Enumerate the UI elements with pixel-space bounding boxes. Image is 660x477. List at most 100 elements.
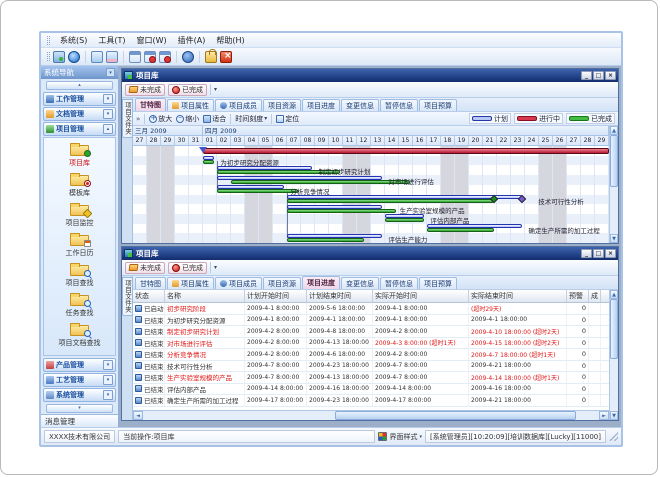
toolbar-grip[interactable] xyxy=(47,52,50,61)
table-row[interactable]: 已启动初步研究阶段2009-4-1 8:00:002009-5-6 18:00:… xyxy=(133,303,609,315)
chevron-down-icon[interactable]: ▾ xyxy=(214,264,217,271)
sidebar-item-项目监控[interactable]: 项目监控 xyxy=(44,200,115,230)
minimize-button[interactable]: _ xyxy=(581,71,592,80)
sidebar-group-工作管理[interactable]: 工作管理▾ xyxy=(43,92,116,106)
sidebar-group-工艺管理[interactable]: 工艺管理▾ xyxy=(43,373,116,387)
tab-项目资源[interactable]: 项目资源 xyxy=(263,99,301,111)
sidebar-group-系统管理[interactable]: 系统管理▾ xyxy=(43,388,116,402)
window-badge-icon[interactable] xyxy=(144,51,156,63)
tab-项目资源[interactable]: 项目资源 xyxy=(263,277,301,289)
gantt-bar-plan[interactable] xyxy=(217,176,382,180)
tab-项目成员[interactable]: 项目成员 xyxy=(215,99,262,111)
sidebar-item-项目查找[interactable]: 项目查找 xyxy=(44,260,115,290)
sidebar-item-模板库[interactable]: 模板库 xyxy=(44,170,115,200)
column-header-实际结束时间[interactable]: 实际结束时间 xyxy=(469,290,567,302)
tab-项目预算[interactable]: 项目预算 xyxy=(419,277,457,289)
filter-button-未完成[interactable]: 未完成 xyxy=(125,84,165,96)
gantt-bar-summary[interactable] xyxy=(203,148,609,154)
tab-暂停信息[interactable]: 暂停信息 xyxy=(380,99,418,111)
table-project-folder-tab[interactable]: 项目文件夹 xyxy=(122,277,133,316)
sidebar-group-产品管理[interactable]: 产品管理▾ xyxy=(43,358,116,372)
gantt-button-定位[interactable]: 定位 xyxy=(276,114,299,124)
table-horizontal-scrollbar[interactable]: ◄ ► xyxy=(133,410,609,420)
internet-icon[interactable] xyxy=(68,51,80,63)
menu-item[interactable]: 插件(A) xyxy=(177,35,207,46)
scroll-thumb[interactable] xyxy=(610,299,618,359)
tab-变更信息[interactable]: 变更信息 xyxy=(341,277,379,289)
column-header-成[interactable]: 成 xyxy=(589,290,601,302)
gantt-bar-actual[interactable] xyxy=(427,228,494,232)
gantt-bar-actual[interactable] xyxy=(217,189,298,193)
table-row[interactable]: 已结束确定生产所需的加工过程2009-4-17 8:00:002009-4-23… xyxy=(133,395,609,407)
sidebar-item-项目文档查找[interactable]: 项目文档查找 xyxy=(44,320,115,350)
column-header-状态[interactable]: 状态 xyxy=(133,290,165,302)
chevron-toggle-icon[interactable]: ▴ xyxy=(103,124,113,134)
gantt-bar-actual[interactable] xyxy=(287,199,494,203)
table-vertical-scrollbar[interactable]: ▲ ▼ xyxy=(609,290,618,420)
client-icon[interactable] xyxy=(53,51,65,63)
table-row[interactable]: 已结束生产实验室规模的产品2009-4-7 8:00:002009-4-13 1… xyxy=(133,372,609,384)
folder-save-icon[interactable] xyxy=(106,51,118,63)
maximize-button[interactable]: □ xyxy=(593,249,604,258)
table-window-titlebar[interactable]: 项目库 _□× xyxy=(122,247,618,260)
folder-icon[interactable] xyxy=(91,51,103,63)
column-header-名称[interactable]: 名称 xyxy=(165,290,245,302)
chevron-toggle-icon[interactable]: ▾ xyxy=(103,109,113,119)
table-row[interactable]: 已结束分析竞争情况2009-4-2 8:00:002009-4-6 18:00:… xyxy=(133,349,609,361)
table-row[interactable]: 已结束评估内部产品2009-4-14 8:00:002009-4-16 18:0… xyxy=(133,384,609,396)
scroll-thumb[interactable] xyxy=(335,411,577,420)
menu-grip[interactable] xyxy=(47,36,50,45)
minimize-button[interactable]: _ xyxy=(581,249,592,258)
chevron-toggle-icon[interactable]: ▾ xyxy=(103,360,113,370)
table-row[interactable]: 已结束技术可行性分析2009-4-7 8:00:002009-4-23 18:0… xyxy=(133,361,609,373)
menu-item[interactable]: 系统(S) xyxy=(59,35,88,46)
gantt-vertical-scrollbar[interactable]: ▲ ▼ xyxy=(609,126,618,243)
chevron-toggle-icon[interactable]: ▾ xyxy=(103,390,113,400)
gantt-bar-actual[interactable] xyxy=(385,218,424,222)
tab-项目预算[interactable]: 项目预算 xyxy=(419,99,457,111)
maximize-button[interactable]: □ xyxy=(593,71,604,80)
table-row[interactable]: 已结束为初步研究分配资源2009-4-1 8:00:002009-4-1 18:… xyxy=(133,315,609,327)
filter-button-未完成[interactable]: 未完成 xyxy=(125,262,165,274)
gantt-button-适合[interactable]: 适合 xyxy=(203,114,226,124)
filter-button-已完成[interactable]: 已完成 xyxy=(168,262,207,274)
sidebar-group-文档管理[interactable]: 文档管理▾ xyxy=(43,107,116,121)
scroll-up-icon[interactable]: ▲ xyxy=(610,290,618,299)
tab-项目成员[interactable]: 项目成员 xyxy=(215,277,262,289)
resize-grip[interactable] xyxy=(609,432,618,441)
column-header-实际开始时间[interactable]: 实际开始时间 xyxy=(373,290,469,302)
sidebar-scroll-up-chip[interactable]: ▴ xyxy=(46,81,113,90)
gantt-bar-actual[interactable] xyxy=(231,180,410,184)
sidebar-item-工作日历[interactable]: 工作日历 xyxy=(44,230,115,260)
chevron-toggle-icon[interactable]: ▾ xyxy=(103,94,113,104)
scroll-right-icon[interactable]: ► xyxy=(599,411,609,420)
scroll-up-icon[interactable]: ▲ xyxy=(610,126,618,135)
menu-item[interactable]: 帮助(H) xyxy=(215,35,245,46)
gantt-button-缩小[interactable]: 缩小 xyxy=(176,114,199,124)
table-row[interactable]: 已结束对市场进行评估2009-4-2 8:00:002009-4-13 18:0… xyxy=(133,338,609,350)
scroll-left-icon[interactable]: ◄ xyxy=(133,411,143,420)
help-icon[interactable] xyxy=(182,51,194,63)
sidebar-item-项目库[interactable]: 项目库 xyxy=(44,140,115,170)
lock-icon[interactable] xyxy=(205,51,217,63)
column-header-预警[interactable]: 预警 xyxy=(567,290,589,302)
tab-项目进度[interactable]: 项目进度 xyxy=(302,276,340,289)
sidebar-group-项目管理[interactable]: 项目管理▴ xyxy=(43,122,116,136)
menu-item[interactable]: 工具(T) xyxy=(97,35,126,46)
exit-icon[interactable] xyxy=(220,51,232,63)
chevron-down-icon[interactable]: ▾ xyxy=(214,86,217,93)
gantt-bar-actual[interactable] xyxy=(203,160,214,164)
column-header-计划开始时间[interactable]: 计划开始时间 xyxy=(245,290,307,302)
scroll-thumb[interactable] xyxy=(610,135,618,187)
tab-项目进度[interactable]: 项目进度 xyxy=(302,99,340,111)
gantt-chart[interactable]: 三月 2009四月 200927282930310102030405060708… xyxy=(133,126,609,243)
window-icon[interactable] xyxy=(129,51,141,63)
menu-item[interactable]: 窗口(W) xyxy=(135,35,167,46)
gantt-bar-actual[interactable] xyxy=(287,209,396,213)
tab-项目属性[interactable]: 项目属性 xyxy=(167,277,214,289)
close-button[interactable]: × xyxy=(605,249,616,258)
gantt-button-放大[interactable]: 放大 xyxy=(149,114,172,124)
sidebar-pin-icon[interactable]: ▾ xyxy=(106,68,115,77)
sidebar-tab-messages[interactable]: 消息管理 xyxy=(41,414,118,427)
sidebar-scroll-down-chip[interactable]: ▾ xyxy=(46,404,113,413)
